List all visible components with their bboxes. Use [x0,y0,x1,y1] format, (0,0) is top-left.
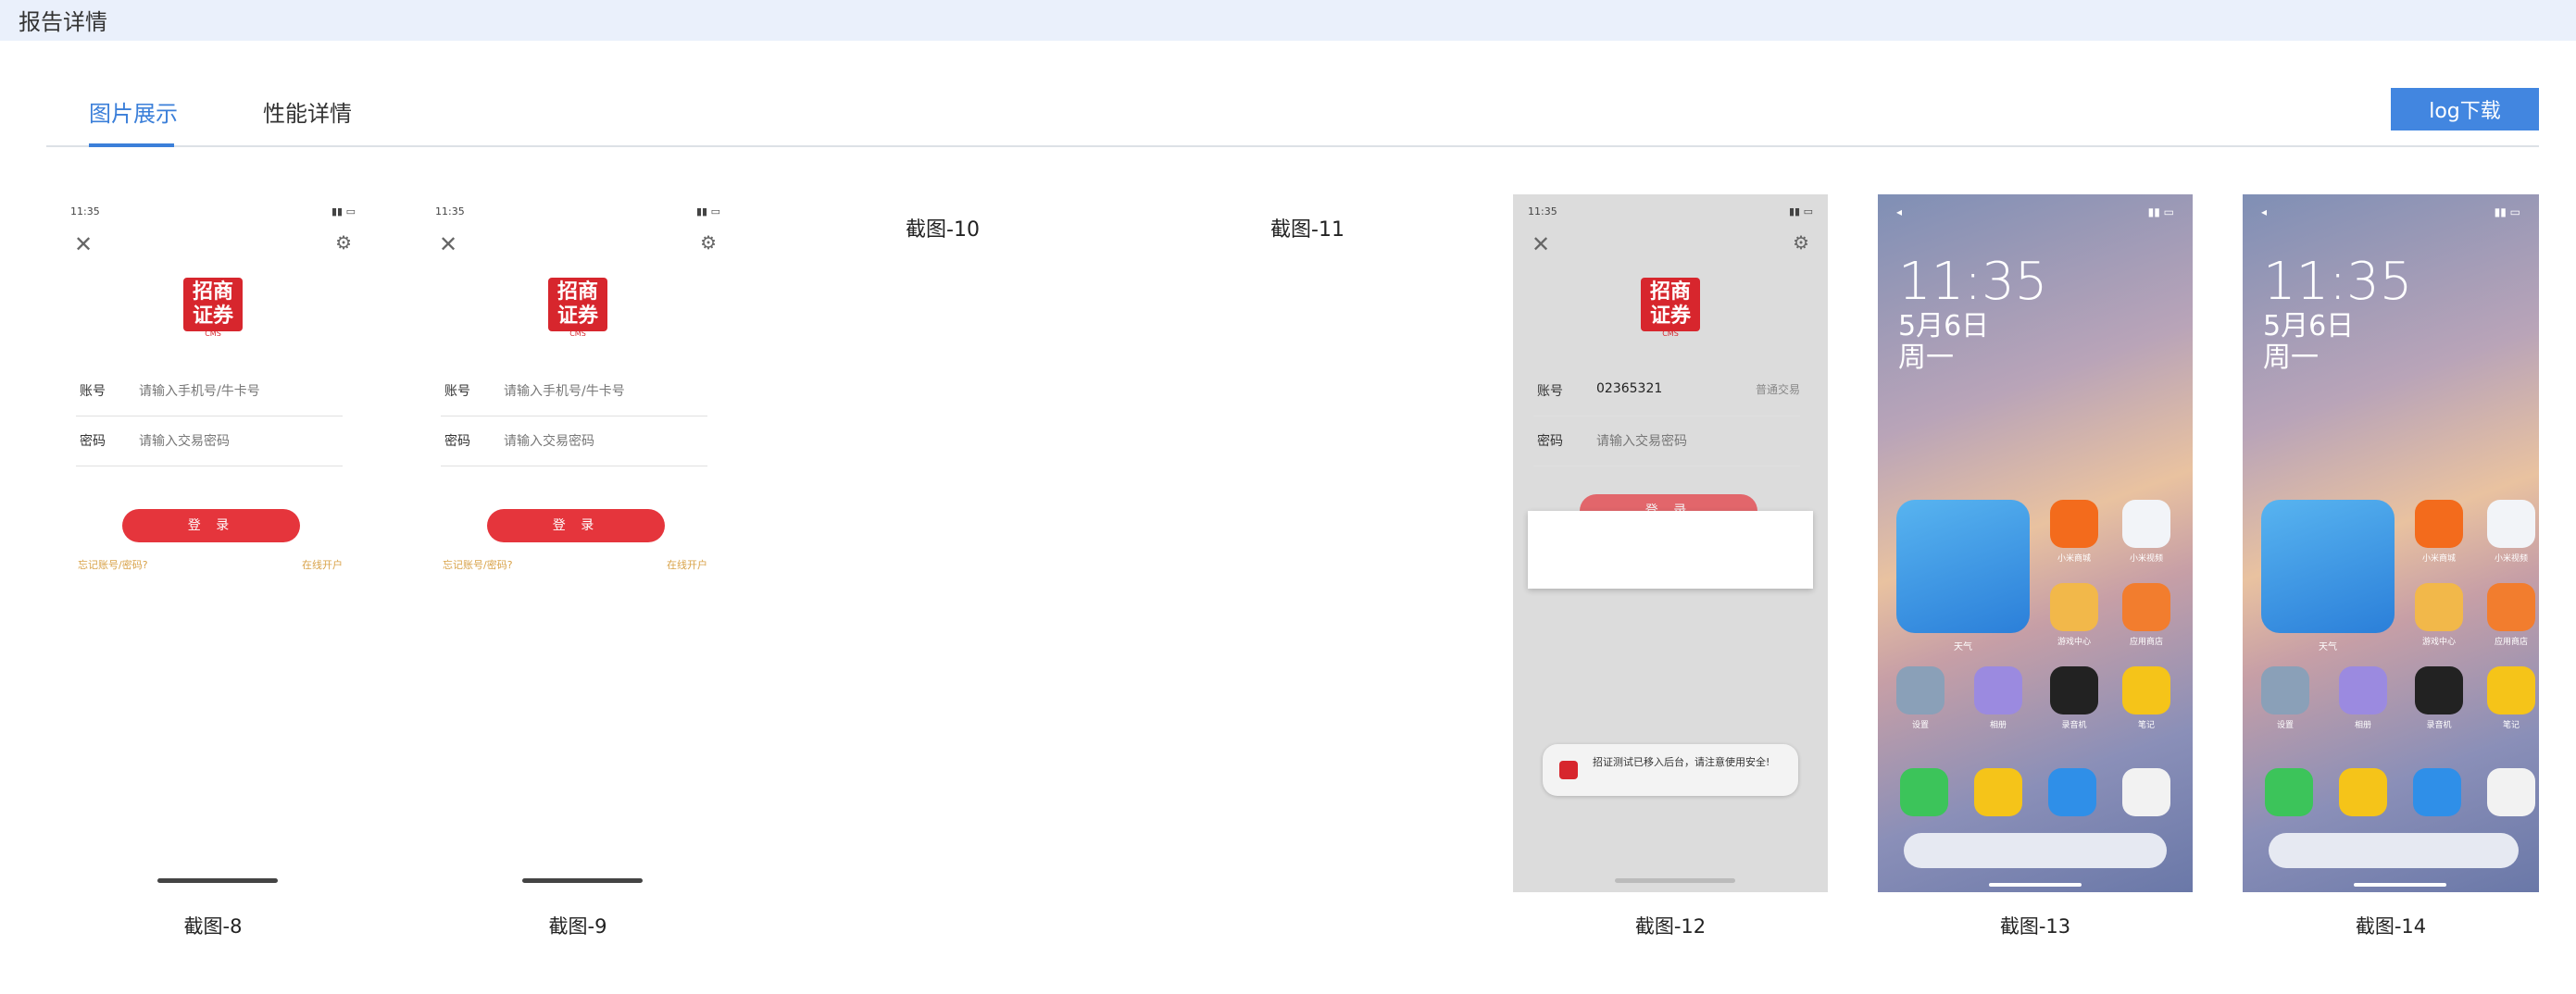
notes-dock-icon [1974,768,2022,816]
search-bar [1904,833,2167,868]
login-button: 登 录 [122,509,300,542]
screenshot-caption[interactable]: 截图-10 [785,213,1100,242]
weather-widget: 天气 [1896,500,2030,652]
status-icons: ▮▮ ▭ [1789,205,1813,217]
phone-icon [1900,768,1948,816]
video-icon [2487,500,2535,548]
log-download-button[interactable]: log下载 [2391,88,2539,130]
screenshot-caption: 截图-14 [2355,915,2427,938]
screenshot-caption: 截图-13 [1999,915,2071,938]
camera-icon [2487,768,2535,816]
mi-store-icon [2050,500,2098,548]
screenshot-9[interactable]: 11:35 ▮▮ ▭ ✕ ⚙ 招商证券 CMS 账号 请输入手机号/牛卡号 密码 … [420,194,735,892]
screenshot-caption: 截图-9 [548,915,607,938]
home-indicator [2354,883,2446,887]
settings-icon [2261,666,2309,714]
status-icons: ▮▮ ▭ [696,205,720,217]
tab-image-display[interactable]: 图片展示 [89,95,178,128]
password-row: 密码 请输入交易密码 [441,418,707,466]
messages-icon [2048,768,2096,816]
account-row: 账号 02365321 普通交易 [1533,368,1800,416]
home-indicator [157,878,278,883]
password-row: 密码 请输入交易密码 [76,418,343,466]
screenshot-caption: 截图-8 [183,915,243,938]
top-bar: 报告详情 [0,0,2576,41]
search-bar [2269,833,2519,868]
close-icon: ✕ [1532,231,1551,257]
loading-sheet [1528,511,1813,589]
lock-date: 5月6日 周一 [1898,310,1990,374]
mi-store-icon [2415,500,2463,548]
video-icon [2122,500,2170,548]
tab-bar: 图片展示 性能详情 [46,88,2539,147]
app-store-icon [2122,583,2170,631]
settings-icon: ⚙ [700,231,717,254]
gallery-icon [1974,666,2022,714]
status-icons: ▮▮ ▭ [2147,205,2174,218]
page-title: 报告详情 [19,9,107,35]
home-indicator [522,878,643,883]
background-toast: 招证测试已移入后台，请注意使用安全! [1543,744,1798,796]
notes-icon [2487,666,2535,714]
messages-icon [2413,768,2461,816]
notes-icon [2122,666,2170,714]
game-center-icon [2050,583,2098,631]
recorder-icon [2415,666,2463,714]
screenshot-caption[interactable]: 截图-11 [1150,213,1465,242]
account-row: 账号 请输入手机号/牛卡号 [76,368,343,416]
app-icon [1559,761,1578,779]
app-store-icon [2487,583,2535,631]
status-icons: ▮▮ ▭ [2494,205,2520,218]
lock-clock: 11:35 [1898,252,2048,312]
password-row: 密码 请输入交易密码 [1533,418,1800,466]
screenshot-14[interactable]: ◂ ▮▮ ▭ 11:35 5月6日 周一 天气 小米商城 小米视频 游戏中心 应用商… [2243,194,2539,892]
tab-performance-details[interactable]: 性能详情 [263,95,352,128]
screenshot-13[interactable]: ◂ ▮▮ ▭ 11:35 5月6日 周一 天气 小米商城 小米视频 游戏中心 应用商… [1878,194,2193,892]
status-icons: ▮▮ ▭ [331,205,356,217]
lock-clock: 11:35 [2263,252,2413,312]
recorder-icon [2050,666,2098,714]
game-center-icon [2415,583,2463,631]
brand-logo: 招商证券 [548,278,607,331]
phone-icon [2265,768,2313,816]
login-button: 登 录 [487,509,665,542]
weather-widget: 天气 [2261,500,2395,652]
gallery-icon [2339,666,2387,714]
close-icon: ✕ [439,231,458,257]
home-indicator [1989,883,2082,887]
camera-icon [2122,768,2170,816]
screenshot-8[interactable]: 11:35 ▮▮ ▭ ✕ ⚙ 招商证券 CMS 账号 请输入手机号/牛卡号 密码 … [56,194,370,892]
active-tab-indicator [89,143,174,147]
home-indicator [1615,878,1735,883]
account-row: 账号 请输入手机号/牛卡号 [441,368,707,416]
settings-icon: ⚙ [335,231,352,254]
notes-dock-icon [2339,768,2387,816]
close-icon: ✕ [74,231,94,257]
lock-date: 5月6日 周一 [2263,310,2355,374]
screenshot-12[interactable]: 11:35 ▮▮ ▭ ✕ ⚙ 招商证券 CMS 账号 02365321 普通交易 … [1513,194,1828,892]
settings-icon [1896,666,1945,714]
screenshot-caption: 截图-12 [1634,915,1707,938]
settings-icon: ⚙ [1793,231,1809,254]
location-icon: ◂ [1896,205,1903,218]
location-icon: ◂ [2261,205,2268,218]
brand-logo: 招商证券 [1641,278,1700,331]
brand-logo: 招商证券 [183,278,243,331]
